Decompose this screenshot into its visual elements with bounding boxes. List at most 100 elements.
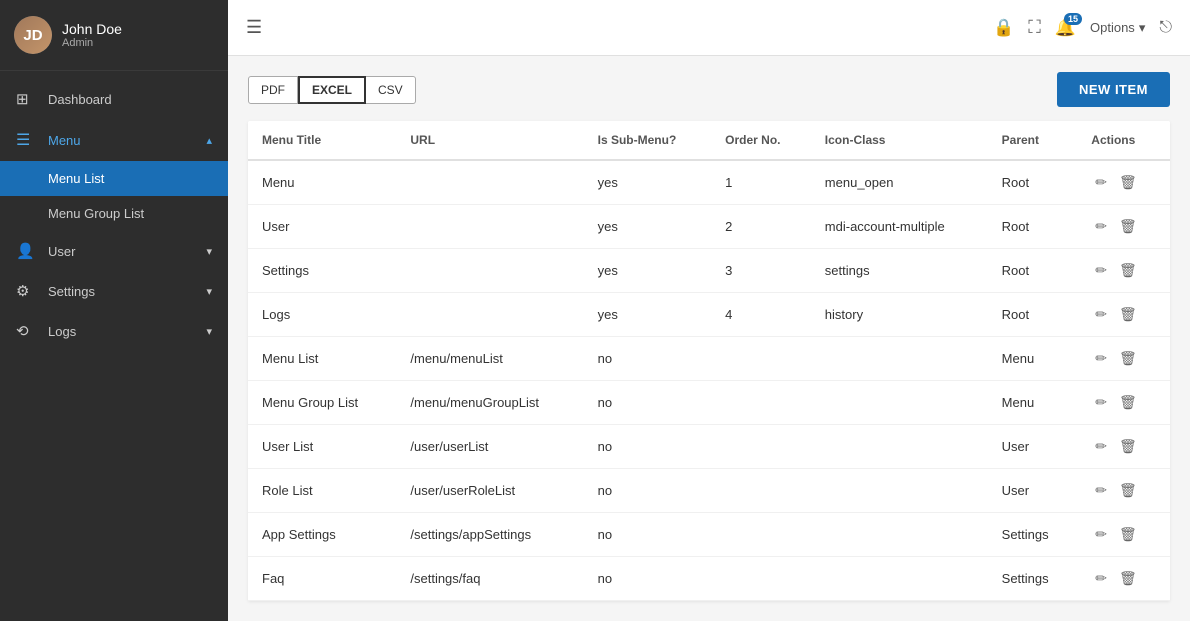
sidebar-item-menu-list[interactable]: Menu List [0,161,228,196]
cell-title: App Settings [248,513,396,557]
delete-button[interactable]: 🗑 [1115,436,1141,457]
cell-parent: Menu [988,337,1078,381]
cell-parent: Root [988,205,1078,249]
cell-title: Role List [248,469,396,513]
table-row: Role List /user/userRoleList no User ✏ 🗑 [248,469,1170,513]
sidebar-item-dashboard[interactable]: ⊞ Dashboard [0,79,228,119]
new-item-button[interactable]: NEW ITEM [1057,72,1170,107]
edit-button[interactable]: ✏ [1091,568,1111,589]
table-row: User yes 2 mdi-account-multiple Root ✏ 🗑 [248,205,1170,249]
cell-title: Faq [248,557,396,601]
chevron-down-icon: ▾ [206,325,212,338]
cell-actions: ✏ 🗑 [1077,513,1170,557]
cell-url [396,205,583,249]
delete-button[interactable]: 🗑 [1115,260,1141,281]
csv-button[interactable]: CSV [366,76,416,104]
sidebar-item-label: User [48,244,206,259]
sidebar-item-label: Menu [48,133,206,148]
data-table-wrapper: Menu Title URL Is Sub-Menu? Order No. Ic… [248,121,1170,601]
user-icon: 👤 [16,242,38,260]
cell-title: Menu Group List [248,381,396,425]
delete-button[interactable]: 🗑 [1115,568,1141,589]
sidebar-item-settings[interactable]: ⚙ Settings ▾ [0,271,228,311]
cell-parent: Settings [988,557,1078,601]
cell-actions: ✏ 🗑 [1077,249,1170,293]
avatar-initials: JD [14,16,52,54]
cell-actions: ✏ 🗑 [1077,381,1170,425]
table-row: Logs yes 4 history Root ✏ 🗑 [248,293,1170,337]
cell-order [711,337,811,381]
sidebar-item-label: Dashboard [48,92,212,107]
edit-button[interactable]: ✏ [1091,260,1111,281]
cell-icon-class [811,557,988,601]
cell-icon-class: settings [811,249,988,293]
edit-button[interactable]: ✏ [1091,436,1111,457]
cell-title: User [248,205,396,249]
edit-button[interactable]: ✏ [1091,304,1111,325]
sidebar-nav: ⊞ Dashboard ☰ Menu ▴ Menu List Menu Grou… [0,71,228,621]
notification-icon[interactable]: 🔔 15 [1055,18,1076,38]
sidebar-item-logs[interactable]: ⟲ Logs ▾ [0,311,228,351]
delete-button[interactable]: 🗑 [1115,524,1141,545]
col-order: Order No. [711,121,811,160]
edit-button[interactable]: ✏ [1091,392,1111,413]
cell-order: 1 [711,160,811,205]
cell-actions: ✏ 🗑 [1077,205,1170,249]
cell-parent: User [988,425,1078,469]
cell-actions: ✏ 🗑 [1077,469,1170,513]
pdf-button[interactable]: PDF [248,76,298,104]
col-menu-title: Menu Title [248,121,396,160]
logout-icon[interactable]: ⎋ [1159,19,1172,37]
cell-parent: User [988,469,1078,513]
fullscreen-icon[interactable]: ⛶ [1028,17,1041,38]
cell-order [711,557,811,601]
chevron-down-icon: ▾ [1139,20,1146,36]
cell-icon-class: menu_open [811,160,988,205]
lock-icon[interactable]: 🔒 [993,18,1014,38]
cell-order: 3 [711,249,811,293]
edit-button[interactable]: ✏ [1091,524,1111,545]
cell-parent: Root [988,249,1078,293]
cell-actions: ✏ 🗑 [1077,160,1170,205]
cell-title: Logs [248,293,396,337]
delete-button[interactable]: 🗑 [1115,392,1141,413]
edit-button[interactable]: ✏ [1091,348,1111,369]
options-menu[interactable]: Options ▾ [1090,20,1145,36]
cell-is-submenu: no [584,425,712,469]
table-row: Faq /settings/faq no Settings ✏ 🗑 [248,557,1170,601]
sidebar: JD John Doe Admin ⊞ Dashboard ☰ Menu ▴ M… [0,0,228,621]
menu-table: Menu Title URL Is Sub-Menu? Order No. Ic… [248,121,1170,601]
cell-is-submenu: no [584,381,712,425]
sidebar-item-label: Settings [48,284,206,299]
table-row: User List /user/userList no User ✏ 🗑 [248,425,1170,469]
delete-button[interactable]: 🗑 [1115,172,1141,193]
delete-button[interactable]: 🗑 [1115,304,1141,325]
delete-button[interactable]: 🗑 [1115,348,1141,369]
cell-icon-class [811,381,988,425]
table-header-row: Menu Title URL Is Sub-Menu? Order No. Ic… [248,121,1170,160]
cell-title: User List [248,425,396,469]
delete-button[interactable]: 🗑 [1115,216,1141,237]
cell-actions: ✏ 🗑 [1077,557,1170,601]
delete-button[interactable]: 🗑 [1115,480,1141,501]
sidebar-item-menu[interactable]: ☰ Menu ▴ [0,119,228,161]
table-row: Menu Group List /menu/menuGroupList no M… [248,381,1170,425]
cell-icon-class [811,337,988,381]
cell-is-submenu: yes [584,205,712,249]
hamburger-icon[interactable]: ☰ [246,17,262,38]
cell-parent: Menu [988,381,1078,425]
profile-name: John Doe [62,21,122,37]
edit-button[interactable]: ✏ [1091,216,1111,237]
edit-button[interactable]: ✏ [1091,480,1111,501]
cell-title: Menu [248,160,396,205]
profile-role: Admin [62,37,122,49]
cell-url: /menu/menuGroupList [396,381,583,425]
edit-button[interactable]: ✏ [1091,172,1111,193]
excel-button[interactable]: EXCEL [298,76,366,104]
sidebar-item-menu-group-list[interactable]: Menu Group List [0,196,228,231]
sidebar-item-user[interactable]: 👤 User ▾ [0,231,228,271]
cell-url [396,293,583,337]
cell-url: /menu/menuList [396,337,583,381]
logs-icon: ⟲ [16,322,38,340]
sidebar-item-label: Logs [48,324,206,339]
